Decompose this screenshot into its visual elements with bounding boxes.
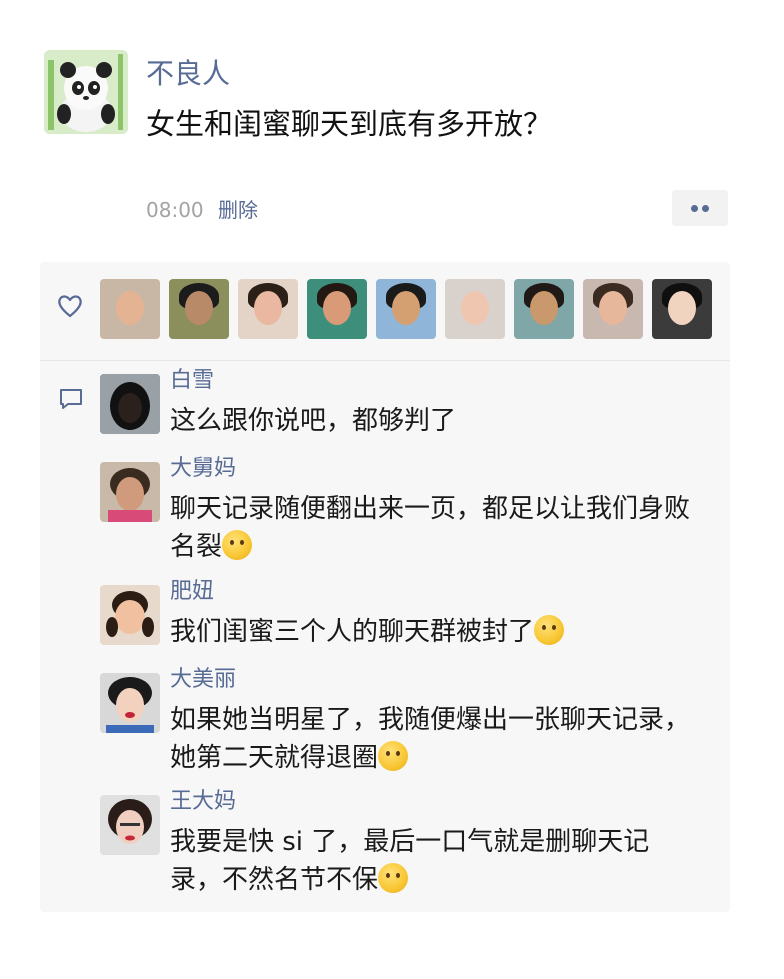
smile-emoji-icon — [378, 741, 409, 771]
commenter-avatar[interactable] — [100, 673, 160, 733]
liker-face — [392, 291, 420, 325]
crying-emoji-icon — [378, 863, 409, 893]
commenter-photo — [100, 795, 160, 855]
more-actions-button[interactable] — [672, 190, 728, 226]
commenter-photo — [100, 673, 160, 733]
liker-face — [668, 291, 696, 325]
likers-avatar-row — [100, 279, 712, 339]
liker-avatar[interactable] — [583, 279, 643, 339]
liker-avatar[interactable] — [445, 279, 505, 339]
comment-text: 我们闺蜜三个人的聊天群被封了 — [170, 613, 690, 651]
commenter-photo — [100, 585, 160, 645]
dizzy-emoji-icon — [534, 615, 565, 645]
heart-icon — [58, 295, 82, 318]
commenter-name[interactable]: 王大妈 — [170, 787, 236, 817]
liker-face — [185, 291, 213, 325]
commenter-name[interactable]: 白雪 — [170, 366, 214, 396]
comment-text: 我要是快 si 了，最后一口气就是删聊天记录，不然名节不保 — [170, 823, 690, 899]
commenter-photo — [100, 462, 160, 522]
commenter-photo — [100, 374, 160, 434]
comment-text: 如果她当明星了，我随便爆出一张聊天记录，她第二天就得退圈 — [170, 701, 690, 777]
panda-avatar-image — [44, 50, 128, 134]
liker-avatar[interactable] — [238, 279, 298, 339]
comment-text-content: 我们闺蜜三个人的聊天群被封了 — [170, 617, 535, 647]
comment-text-content: 如果她当明星了，我随便爆出一张聊天记录，她第二天就得退圈 — [170, 705, 691, 773]
commenter-avatar[interactable] — [100, 795, 160, 855]
liker-face — [116, 291, 144, 325]
comment-text-content: 这么跟你说吧，都够判了 — [170, 406, 457, 436]
more-dots-icon — [691, 205, 698, 212]
liker-face — [254, 291, 282, 325]
comment-bubble-icon — [60, 389, 82, 409]
commenter-avatar[interactable] — [100, 374, 160, 434]
liker-avatar[interactable] — [514, 279, 574, 339]
liker-face — [599, 291, 627, 325]
post-author-name[interactable]: 不良人 — [146, 56, 230, 92]
more-dot — [702, 205, 709, 212]
commenter-avatar[interactable] — [100, 585, 160, 645]
liker-face — [461, 291, 489, 325]
liker-avatar[interactable] — [100, 279, 160, 339]
liker-face — [530, 291, 558, 325]
poster-avatar[interactable] — [44, 50, 128, 134]
liker-avatar[interactable] — [376, 279, 436, 339]
commenter-name[interactable]: 肥妞 — [170, 577, 214, 607]
commenter-avatar[interactable] — [100, 462, 160, 522]
comment-text: 这么跟你说吧，都够判了 — [170, 402, 690, 440]
post-text: 女生和闺蜜聊天到底有多开放？ — [146, 107, 553, 141]
commenter-name[interactable]: 大美丽 — [170, 665, 236, 695]
post-timestamp: 08:00 — [146, 198, 204, 222]
liker-avatar[interactable] — [652, 279, 712, 339]
liker-avatar[interactable] — [307, 279, 367, 339]
commenter-name[interactable]: 大舅妈 — [170, 454, 236, 484]
likes-divider — [40, 360, 730, 361]
cry-laugh-emoji-icon — [222, 530, 253, 560]
liker-face — [323, 291, 351, 325]
delete-post-link[interactable]: 删除 — [218, 196, 258, 224]
comment-text: 聊天记录随便翻出来一页，都足以让我们身败名裂 — [170, 490, 690, 566]
comment-text-content: 我要是快 si 了，最后一口气就是删聊天记录，不然名节不保 — [170, 827, 650, 895]
liker-avatar[interactable] — [169, 279, 229, 339]
